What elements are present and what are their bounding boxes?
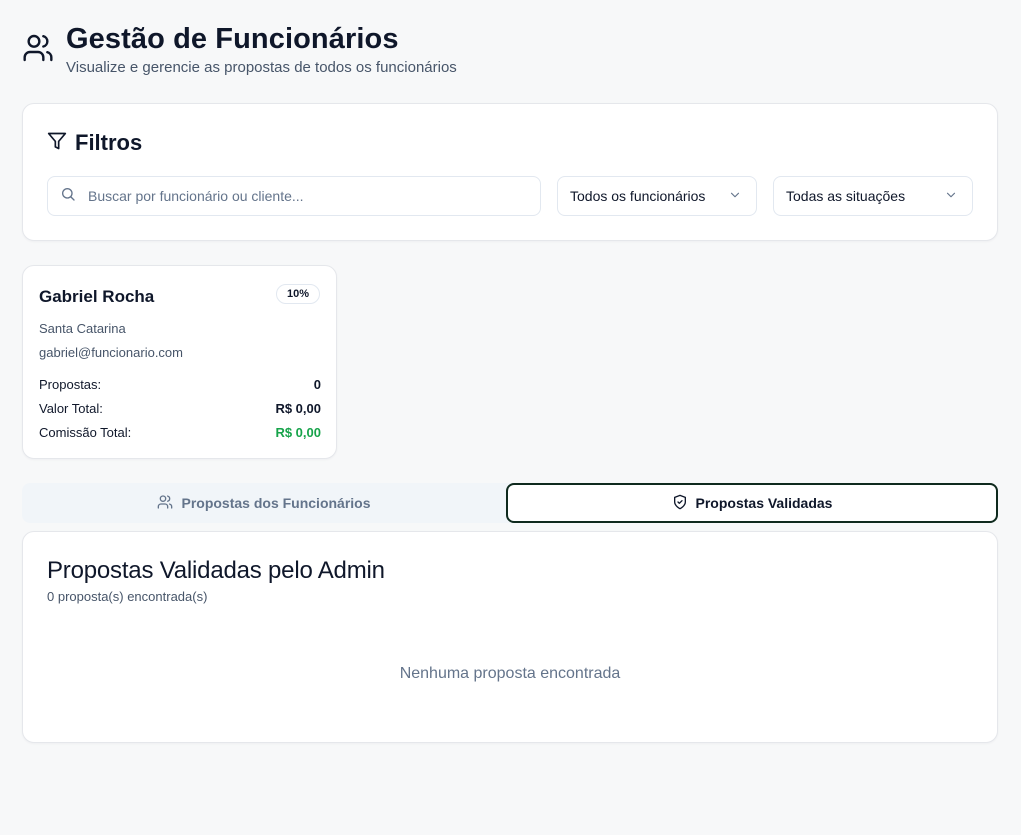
employee-email: gabriel@funcionario.com xyxy=(39,345,183,360)
page-header: Gestão de Funcionários Visualize e geren… xyxy=(22,22,457,79)
employee-region: Santa Catarina xyxy=(39,321,126,336)
search-icon xyxy=(60,186,88,207)
tab-employee-proposals[interactable]: Propostas dos Funcionários xyxy=(22,483,506,523)
header-text: Gestão de Funcionários Visualize e geren… xyxy=(66,22,457,79)
stat-value: R$ 0,00 xyxy=(275,425,321,440)
stat-total-value-row: Valor Total: R$ 0,00 xyxy=(39,401,321,416)
tabs-bar: Propostas dos Funcionários Propostas Val… xyxy=(22,483,998,523)
stat-commission-row: Comissão Total: R$ 0,00 xyxy=(39,425,321,440)
empty-state-message: Nenhuma proposta encontrada xyxy=(399,665,621,682)
stat-value: R$ 0,00 xyxy=(275,401,321,416)
search-input[interactable] xyxy=(88,188,508,204)
users-icon xyxy=(22,22,66,69)
tab-label: Propostas dos Funcionários xyxy=(181,495,371,511)
filters-header: Filtros xyxy=(47,130,142,156)
shield-check-icon xyxy=(672,494,696,513)
tab-label: Propostas Validadas xyxy=(695,495,833,511)
stat-label: Valor Total: xyxy=(39,401,103,416)
stat-proposals-row: Propostas: 0 xyxy=(39,377,321,392)
section-title: Propostas Validadas pelo Admin xyxy=(47,557,385,584)
page-subtitle: Visualize e gerencie as propostas de tod… xyxy=(66,59,457,76)
users-icon xyxy=(157,494,181,513)
employee-select[interactable]: Todos os funcionários xyxy=(557,176,757,216)
employee-name: Gabriel Rocha xyxy=(39,287,155,306)
stat-label: Comissão Total: xyxy=(39,425,132,440)
employee-card[interactable]: Gabriel Rocha 10% Santa Catarina gabriel… xyxy=(22,265,337,459)
filter-icon xyxy=(47,131,75,156)
page-title: Gestão de Funcionários xyxy=(66,23,399,55)
stat-value: 0 xyxy=(313,377,321,392)
status-select[interactable]: Todas as situações xyxy=(773,176,973,216)
validated-proposals-card: Propostas Validadas pelo Admin 0 propost… xyxy=(22,531,998,743)
chevron-down-icon xyxy=(728,188,742,205)
search-field[interactable] xyxy=(47,176,541,216)
employee-select-value: Todos os funcionários xyxy=(570,188,706,204)
filters-card: Filtros Todos os funcionários Todas as s… xyxy=(22,103,998,241)
tab-validated-proposals[interactable]: Propostas Validadas xyxy=(506,483,998,523)
status-select-value: Todas as situações xyxy=(786,188,906,204)
filters-title: Filtros xyxy=(75,130,143,155)
page: Gestão de Funcionários Visualize e geren… xyxy=(0,0,1021,835)
chevron-down-icon xyxy=(944,188,958,205)
stat-label: Propostas: xyxy=(39,377,102,392)
proposals-count: 0 proposta(s) encontrada(s) xyxy=(47,589,208,604)
commission-rate-badge: 10% xyxy=(275,284,320,304)
